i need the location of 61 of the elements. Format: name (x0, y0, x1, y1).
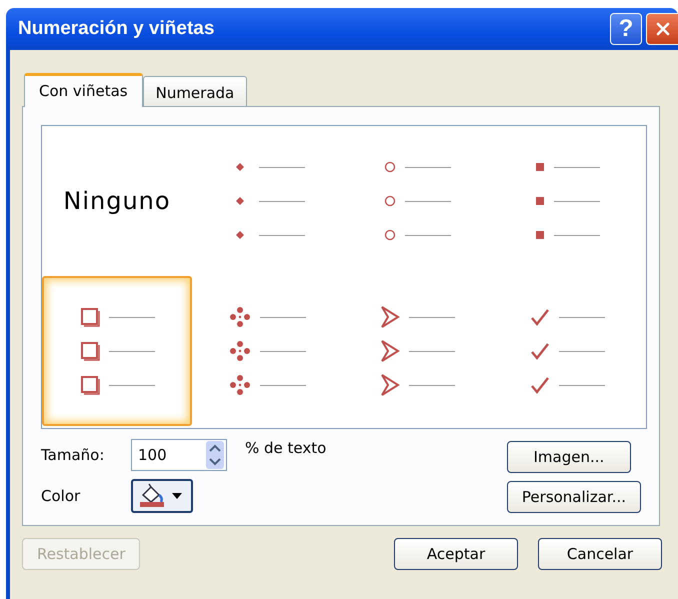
text-placeholder-line (409, 316, 455, 318)
close-button[interactable] (646, 13, 678, 45)
text-placeholder-line (409, 384, 455, 386)
check-bullet-icon (530, 341, 550, 361)
help-button[interactable]: ? (610, 13, 642, 45)
text-placeholder-line (259, 234, 305, 236)
four-dots-bullet-icon (229, 306, 251, 328)
color-label: Color (41, 487, 82, 505)
text-placeholder-line (405, 166, 451, 168)
text-placeholder-line (559, 384, 605, 386)
text-placeholder-line (405, 200, 451, 202)
four-dots-bullet-icon (229, 340, 251, 362)
hollow-square-bullet-icon (80, 341, 100, 361)
text-placeholder-line (109, 316, 155, 318)
text-placeholder-line (554, 200, 600, 202)
dialog-button[interactable]: Cancelar (538, 538, 662, 570)
square-bullet-icon (535, 162, 545, 172)
text-placeholder-line (260, 316, 306, 318)
text-placeholder-line (559, 350, 605, 352)
dot-bullet-icon (236, 197, 244, 205)
square-bullet-icon (535, 196, 545, 206)
text-placeholder-line (405, 234, 451, 236)
color-dropdown[interactable] (131, 479, 193, 513)
circle-bullet-icon (384, 229, 396, 241)
text-placeholder-line (409, 350, 455, 352)
check-bullet-icon (530, 307, 550, 327)
text-placeholder-line (559, 316, 605, 318)
close-icon (654, 21, 670, 37)
dialog-button[interactable]: Personalizar... (506, 481, 641, 513)
text-placeholder-line (109, 350, 155, 352)
dot-bullet-icon (236, 231, 244, 239)
dialog-button[interactable]: Aceptar (394, 538, 518, 570)
bullet-style-option[interactable] (42, 276, 192, 426)
square-bullet-icon (535, 230, 545, 240)
bullet-style-option[interactable]: Ninguno (42, 126, 192, 276)
text-placeholder-line (260, 350, 306, 352)
hollow-square-bullet-icon (80, 375, 100, 395)
caret-icon (171, 492, 183, 500)
text-placeholder-line (260, 384, 306, 386)
four-dots-bullet-icon (229, 374, 251, 396)
tab[interactable]: Con viñetas (24, 73, 143, 107)
circle-bullet-icon (384, 161, 396, 173)
dot-bullet-icon (236, 163, 244, 171)
spin-arrows-icon (205, 440, 225, 470)
tab[interactable]: Numerada (142, 76, 248, 106)
arrowhead-bullet-icon (380, 306, 400, 328)
text-placeholder-line (554, 234, 600, 236)
window-title: Numeración y viñetas (18, 18, 214, 40)
check-bullet-icon (530, 375, 550, 395)
option-label: Ninguno (63, 187, 171, 215)
text-placeholder-line (259, 200, 305, 202)
size-label: Tamaño: (41, 446, 106, 464)
arrowhead-bullet-icon (380, 340, 400, 362)
hollow-square-bullet-icon (80, 307, 100, 327)
size-unit-label: % de texto (245, 439, 326, 457)
text-placeholder-line (554, 166, 600, 168)
text-placeholder-line (109, 384, 155, 386)
arrowhead-bullet-icon (380, 374, 400, 396)
circle-bullet-icon (384, 195, 396, 207)
text-placeholder-line (259, 166, 305, 168)
dialog-button[interactable]: Imagen... (506, 441, 631, 473)
